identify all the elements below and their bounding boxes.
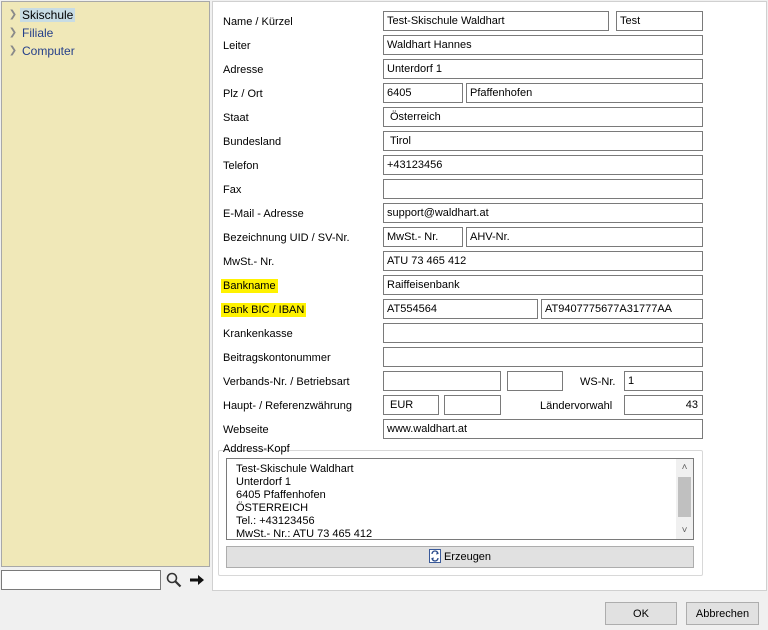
address-line: 6405 Pfaffenhofen xyxy=(236,489,326,501)
ok-button[interactable]: OK xyxy=(605,602,677,625)
erzeugen-label: Erzeugen xyxy=(443,551,492,563)
tree-item-skischule[interactable]: ❯ Skischule xyxy=(6,6,76,23)
label-email: E-Mail - Adresse xyxy=(223,208,304,220)
kuerzel-field[interactable]: Test xyxy=(616,11,703,31)
fax-field[interactable] xyxy=(383,179,703,199)
bic-field[interactable]: AT554564 xyxy=(383,299,538,319)
adresse-field[interactable]: Unterdorf 1 xyxy=(383,59,703,79)
label-bundesland: Bundesland xyxy=(223,136,282,148)
erzeugen-button[interactable]: Erzeugen xyxy=(226,546,694,568)
label-bankname-text: Bankname xyxy=(221,279,278,293)
label-krankenkasse: Krankenkasse xyxy=(223,328,293,340)
label-verbands: Verbands-Nr. / Betriebsart xyxy=(223,376,350,388)
beitragskonto-field[interactable] xyxy=(383,347,703,367)
address-line: Unterdorf 1 xyxy=(236,476,292,488)
tree-item-filiale[interactable]: ❯ Filiale xyxy=(6,24,55,41)
plz-field[interactable]: 6405 xyxy=(383,83,463,103)
label-bic-iban: Bank BIC / IBAN xyxy=(221,301,307,319)
label-ws-nr: WS-Nr. xyxy=(580,376,616,388)
tree-panel xyxy=(1,1,210,567)
krankenkasse-field[interactable] xyxy=(383,323,703,343)
label-leiter: Leiter xyxy=(223,40,251,52)
chevron-right-icon[interactable]: ❯ xyxy=(6,9,20,20)
address-line: Test-Skischule Waldhart xyxy=(236,463,354,475)
referenzwaehrung-select[interactable] xyxy=(444,395,501,415)
bundesland-select[interactable]: Tirol xyxy=(383,131,703,151)
address-scrollbar[interactable]: ˄ ˅ xyxy=(676,459,693,539)
tree-item-label: Computer xyxy=(22,43,75,58)
arrow-right-icon[interactable] xyxy=(188,571,206,589)
label-plz-ort: Plz / Ort xyxy=(223,88,263,100)
label-laendervorwahl: Ländervorwahl xyxy=(540,400,613,412)
chevron-right-icon[interactable]: ❯ xyxy=(6,45,20,56)
uid-bez-field[interactable]: MwSt.- Nr. xyxy=(383,227,463,247)
webseite-field[interactable]: www.waldhart.at xyxy=(383,419,703,439)
label-name: Name / Kürzel xyxy=(223,16,293,28)
label-webseite: Webseite xyxy=(223,424,269,436)
tree-search-input[interactable] xyxy=(1,570,161,590)
verbands-nr-field[interactable] xyxy=(383,371,501,391)
label-staat: Staat xyxy=(223,112,249,124)
address-head-textarea[interactable]: Test-Skischule Waldhart Unterdorf 1 6405… xyxy=(226,458,694,540)
cancel-button[interactable]: Abbrechen xyxy=(686,602,759,625)
label-beitragskonto: Beitragskontonummer xyxy=(223,352,331,364)
hauptwaehrung-select[interactable]: EUR xyxy=(383,395,439,415)
staat-select[interactable]: Österreich xyxy=(383,107,703,127)
address-line: Tel.: +43123456 xyxy=(236,515,315,527)
tree-item-label: Skischule xyxy=(20,7,76,22)
address-head-title: Address-Kopf xyxy=(223,443,290,455)
chevron-right-icon[interactable]: ❯ xyxy=(6,27,20,38)
ort-field[interactable]: Pfaffenhofen xyxy=(466,83,703,103)
address-line: ÖSTERREICH xyxy=(236,502,309,514)
search-icon[interactable] xyxy=(165,571,183,589)
label-fax: Fax xyxy=(223,184,242,196)
leiter-field[interactable]: Waldhart Hannes xyxy=(383,35,703,55)
email-field[interactable]: support@waldhart.at xyxy=(383,203,703,223)
label-bankname: Bankname xyxy=(221,277,278,295)
ws-nr-field[interactable]: 1 xyxy=(624,371,703,391)
laendervorwahl-field[interactable]: 43 xyxy=(624,395,703,415)
tree-item-computer[interactable]: ❯ Computer xyxy=(6,42,77,59)
scroll-thumb[interactable] xyxy=(678,477,691,517)
telefon-field[interactable]: +43123456 xyxy=(383,155,703,175)
scroll-up-icon[interactable]: ˄ xyxy=(676,459,693,476)
name-field[interactable]: Test-Skischule Waldhart xyxy=(383,11,609,31)
label-waehrung: Haupt- / Referenzwährung xyxy=(223,400,353,412)
mwst-field[interactable]: ATU 73 465 412 xyxy=(383,251,703,271)
label-uid-sv: Bezeichnung UID / SV-Nr. xyxy=(223,232,350,244)
betriebsart-field[interactable] xyxy=(507,371,563,391)
scroll-down-icon[interactable]: ˅ xyxy=(676,522,693,539)
label-telefon: Telefon xyxy=(223,160,259,172)
bankname-field[interactable]: Raiffeisenbank xyxy=(383,275,703,295)
iban-field[interactable]: AT9407775677A31777AA xyxy=(541,299,703,319)
label-mwst: MwSt.- Nr. xyxy=(223,256,275,268)
tree-item-label: Filiale xyxy=(22,25,54,40)
sv-bez-field[interactable]: AHV-Nr. xyxy=(466,227,703,247)
refresh-icon xyxy=(428,548,441,566)
label-bic-iban-text: Bank BIC / IBAN xyxy=(221,303,307,317)
address-line: MwSt.- Nr.: ATU 73 465 412 xyxy=(236,528,373,540)
label-adresse: Adresse xyxy=(223,64,264,76)
